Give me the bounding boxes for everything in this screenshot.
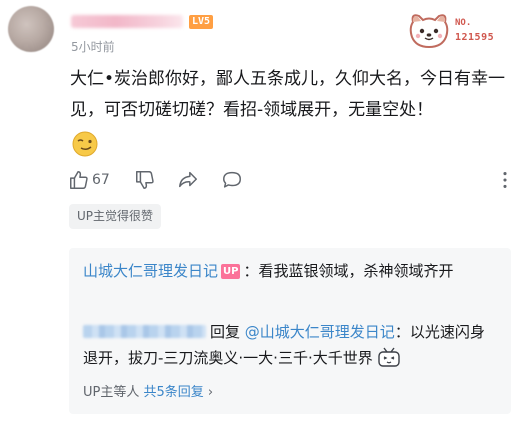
reply-word: 回复 (210, 323, 241, 341)
reply-text: ：看我蓝银领域，杀神领域齐开 (243, 262, 454, 280)
level-badge: LV5 (189, 15, 214, 29)
fan-no-label: NO. (455, 18, 472, 28)
up-liked-badge: UP主觉得很赞 (69, 204, 162, 229)
comment-actions: 67 (68, 168, 518, 192)
user-avatar[interactable] (8, 6, 54, 52)
reply-author-blurred[interactable] (83, 325, 206, 338)
fan-badge: NO. 121595 (407, 8, 515, 52)
tv-mascot-emoji-icon (378, 347, 400, 367)
mascot-dog-icon (409, 14, 449, 49)
reply-item: 回复 @山城大仁哥理发日记：以光速闪身退开，拔刀-三刀流奥义·一大·三千·大千世… (83, 319, 493, 371)
comment-timestamp: 5小时前 (71, 40, 115, 54)
reply-summary-prefix: UP主等人 (83, 385, 140, 400)
up-tag: UP (221, 264, 241, 279)
reply-item: 山城大仁哥理发日记 UP ：看我蓝银领域，杀神领域齐开 (83, 258, 493, 284)
comment-text: 大仁•炭治郎你好，鄙人五条成儿，久仰大名，今日有幸一见，可否切磋切磋？看招-领域… (70, 69, 506, 120)
like-count: 67 (92, 172, 110, 188)
more-options-button[interactable] (494, 168, 516, 192)
share-icon (179, 171, 197, 188)
thumbs-up-icon (70, 171, 88, 189)
like-button[interactable]: 67 (68, 168, 110, 192)
thumbs-down-icon (136, 171, 154, 189)
chevron-right-icon[interactable]: › (208, 385, 213, 400)
reply-author-link[interactable]: 山城大仁哥理发日记 (83, 262, 218, 280)
fan-number: 121595 (455, 32, 495, 43)
wink-emoji-icon (72, 131, 98, 157)
view-all-replies-link[interactable]: 共5条回复 (144, 385, 204, 400)
reply-summary: UP主等人 共5条回复 › (83, 381, 213, 400)
more-vertical-icon (503, 172, 507, 188)
replies-section: 山城大仁哥理发日记 UP ：看我蓝银领域，杀神领域齐开 回复 @山城大仁哥理发日记：… (69, 248, 511, 414)
username-blurred[interactable] (71, 15, 183, 28)
dislike-button[interactable] (134, 168, 156, 192)
reply-button[interactable] (221, 168, 243, 192)
share-button[interactable] (177, 168, 199, 192)
mention-link[interactable]: @山城大仁哥理发日记 (245, 323, 395, 341)
comment-bubble-icon (223, 171, 241, 188)
